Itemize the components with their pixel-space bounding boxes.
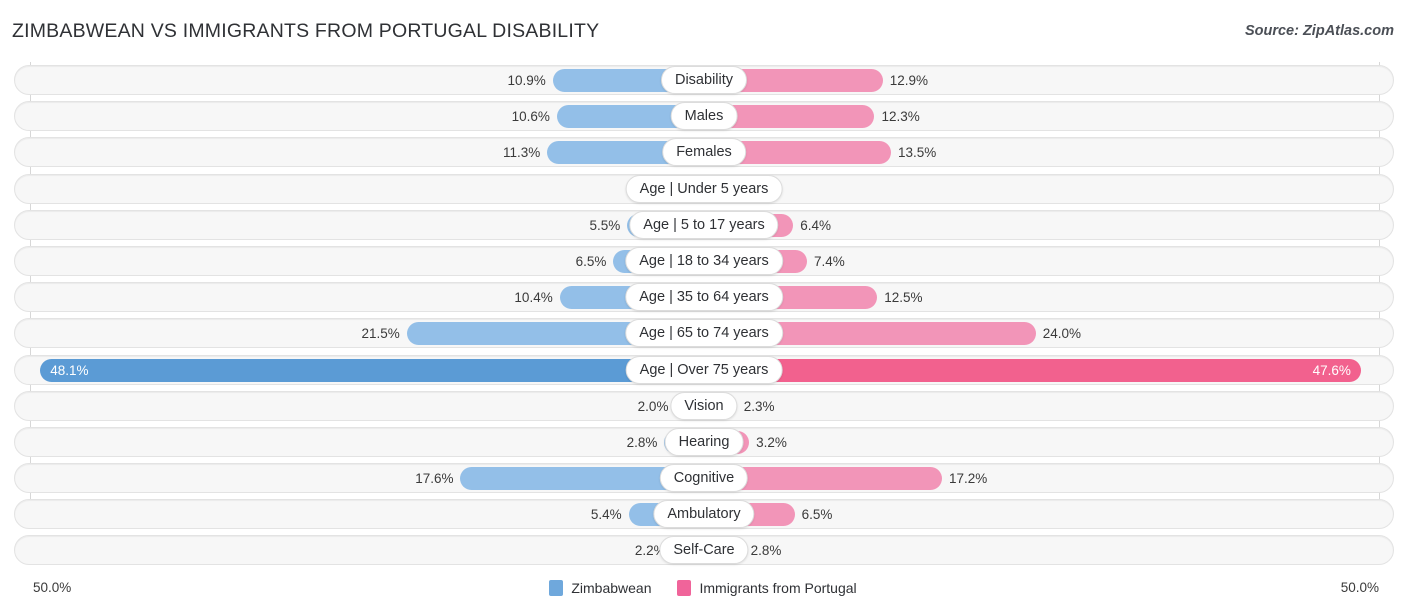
row-half-left: 10.4% — [14, 286, 703, 310]
category-label: Age | 18 to 34 years — [625, 246, 783, 275]
row-half-left: 10.6% — [14, 105, 703, 129]
row-half-right: 2.8% — [705, 539, 1394, 563]
bar-value-immigrants-from-portugal: 3.2% — [756, 434, 787, 450]
page-title: ZIMBABWEAN VS IMMIGRANTS FROM PORTUGAL D… — [12, 20, 600, 42]
chart-row: 5.4% 6.5% Ambulatory — [14, 496, 1394, 532]
row-half-left: 17.6% — [14, 467, 703, 491]
bar-value-immigrants-from-portugal: 12.3% — [881, 109, 920, 125]
category-label: Females — [662, 138, 746, 167]
chart-row: 10.9% 12.9% Disability — [14, 62, 1394, 98]
bar-value-zimbabwean: 21.5% — [361, 326, 400, 342]
source-attribution: Source: ZipAtlas.com — [1244, 23, 1394, 39]
chart-row: 1.2%1.8%Age | Under 5 years — [14, 171, 1394, 207]
legend-swatch — [549, 580, 564, 596]
bar-value-zimbabwean: 5.4% — [590, 507, 622, 523]
row-half-right: 6.5% — [705, 503, 1394, 527]
bar-immigrants-from-portugal: 47.6% — [705, 358, 1361, 382]
legend-item: Immigrants from Portugal — [677, 580, 857, 596]
category-label: Males — [670, 102, 738, 131]
row-half-left: 11.3% — [14, 141, 703, 165]
chart-page: ZIMBABWEAN VS IMMIGRANTS FROM PORTUGAL D… — [0, 0, 1406, 612]
row-half-left: 2.2% — [14, 539, 703, 563]
category-label: Age | 35 to 64 years — [625, 283, 783, 312]
category-label: Ambulatory — [653, 500, 755, 529]
bar-value-zimbabwean: 11.3% — [503, 145, 541, 161]
bar-zimbabwean: 48.1% — [40, 358, 703, 382]
bar-value-zimbabwean: 5.5% — [589, 217, 621, 233]
row-half-right: 13.5% — [705, 141, 1394, 165]
row-half-right: 12.5% — [705, 286, 1394, 310]
chart-row: 11.3% 13.5% Females — [14, 134, 1394, 170]
bar-value-zimbabwean: 10.9% — [507, 73, 546, 88]
row-half-left: 21.5% — [14, 322, 703, 346]
bar-value-zimbabwean: 2.8% — [626, 434, 658, 450]
row-half-left: 48.1% — [14, 358, 703, 382]
category-label: Self-Care — [659, 536, 749, 565]
row-half-left: 1.2% — [14, 177, 703, 201]
row-half-right: 24.0% — [705, 322, 1394, 346]
chart-footer: 50.0% 50.0% Zimbabwean Immigrants from Po… — [0, 572, 1406, 612]
bar-value-immigrants-from-portugal: 12.9% — [889, 73, 929, 88]
legend-item: Zimbabwean — [549, 580, 651, 596]
row-half-left: 2.0% — [14, 394, 703, 418]
chart-row: 10.4% 12.5% Age | 35 to 64 years — [14, 279, 1394, 315]
category-label: Disability — [660, 66, 748, 94]
row-half-right: 1.8% — [705, 177, 1394, 201]
category-label: Age | 65 to 74 years — [625, 319, 783, 348]
bar-value-immigrants-from-portugal: 6.5% — [801, 507, 833, 523]
bar-value-immigrants-from-portugal: 17.2% — [949, 471, 988, 487]
chart-row: 21.5% 24.0% Age | 65 to 74 years — [14, 315, 1394, 351]
bar-value-zimbabwean: 2.0% — [637, 398, 669, 414]
category-label: Age | 5 to 17 years — [629, 210, 779, 239]
legend-label: Zimbabwean — [571, 580, 652, 596]
legend-swatch — [677, 580, 692, 596]
chart-plot-area: 10.9% 12.9% Disability 10.6% 12.3% Males 11.3%… — [0, 62, 1406, 572]
row-half-right: 12.9% — [705, 69, 1394, 92]
category-label: Age | Over 75 years — [625, 355, 783, 384]
category-label: Hearing — [664, 427, 744, 456]
bar-value-immigrants-from-portugal: 2.8% — [750, 543, 782, 559]
chart-row: 2.2% 2.8% Self-Care — [14, 532, 1394, 568]
legend-label: Immigrants from Portugal — [699, 580, 857, 596]
chart-header: ZIMBABWEAN VS IMMIGRANTS FROM PORTUGAL D… — [0, 0, 1406, 62]
row-half-right: 3.2% — [705, 430, 1394, 454]
category-label: Age | Under 5 years — [625, 174, 783, 203]
row-half-right: 2.3% — [705, 394, 1394, 418]
category-label: Vision — [670, 391, 738, 420]
bar-value-immigrants-from-portugal: 47.6% — [1312, 362, 1351, 378]
bar-value-immigrants-from-portugal: 24.0% — [1042, 326, 1081, 342]
row-half-left: 5.4% — [14, 503, 703, 527]
chart-legend: Zimbabwean Immigrants from Portugal — [0, 580, 1406, 596]
row-half-left: 5.5% — [14, 213, 703, 237]
chart-row: 17.6% 17.2% Cognitive — [14, 460, 1394, 496]
row-half-left: 2.8% — [14, 430, 703, 454]
row-half-right: 6.4% — [705, 213, 1394, 237]
bar-value-immigrants-from-portugal: 2.3% — [743, 398, 775, 414]
row-half-right: 47.6% — [705, 358, 1394, 382]
bar-value-immigrants-from-portugal: 13.5% — [898, 145, 937, 161]
category-label: Cognitive — [659, 464, 749, 493]
row-half-right: 12.3% — [705, 105, 1394, 129]
row-half-left: 10.9% — [14, 69, 703, 92]
chart-row: 2.0% 2.3% Vision — [14, 388, 1394, 424]
row-half-right: 7.4% — [705, 249, 1394, 273]
row-half-right: 17.2% — [705, 467, 1394, 491]
bar-value-zimbabwean: 10.6% — [511, 109, 550, 125]
chart-row: 5.5% 6.4% Age | 5 to 17 years — [14, 207, 1394, 243]
bar-value-immigrants-from-portugal: 12.5% — [884, 290, 923, 306]
bar-value-immigrants-from-portugal: 7.4% — [813, 253, 845, 269]
chart-row: 10.6% 12.3% Males — [14, 98, 1394, 134]
bar-value-zimbabwean: 17.6% — [415, 471, 454, 487]
chart-rows: 10.9% 12.9% Disability 10.6% 12.3% Males 11.3%… — [0, 62, 1406, 569]
row-half-left: 6.5% — [14, 249, 703, 273]
chart-row: 48.1% 47.6% Age | Over 75 years — [14, 352, 1394, 388]
bar-value-zimbabwean: 48.1% — [50, 362, 89, 378]
bar-value-zimbabwean: 6.5% — [575, 253, 607, 269]
chart-row: 2.8% 3.2% Hearing — [14, 424, 1394, 460]
chart-row: 6.5% 7.4% Age | 18 to 34 years — [14, 243, 1394, 279]
bar-value-immigrants-from-portugal: 6.4% — [800, 217, 831, 233]
bar-value-zimbabwean: 10.4% — [514, 290, 553, 306]
